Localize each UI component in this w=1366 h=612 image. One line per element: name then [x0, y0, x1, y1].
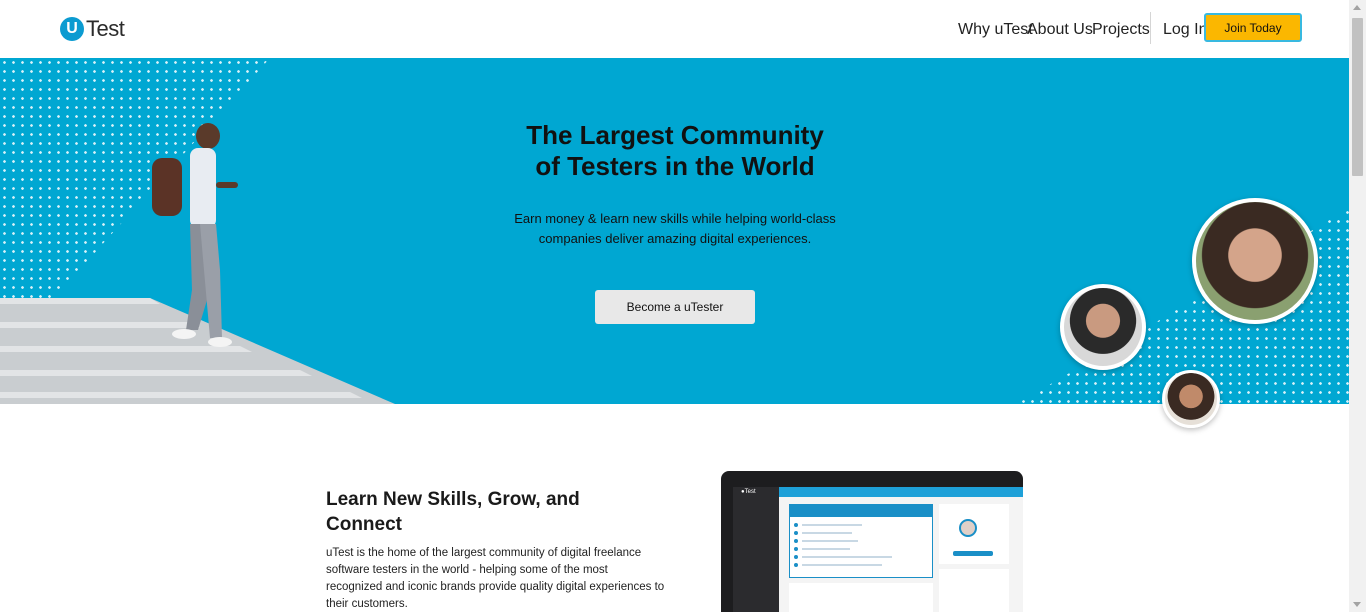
utest-logo[interactable]: U Test	[60, 16, 125, 42]
dashboard-activity-card	[789, 583, 933, 612]
hero-banner: The Largest Community of Testers in the …	[0, 58, 1349, 404]
dashboard-logo: ●Test	[741, 489, 756, 495]
section-body: uTest is the home of the largest communi…	[326, 547, 665, 610]
dashboard-sidebar: ●Test	[733, 487, 779, 612]
hero-title: The Largest Community of Testers in the …	[450, 120, 900, 182]
section-title: Learn New Skills, Grow, and Connect	[326, 489, 580, 535]
hero-title-line2: of Testers in the World	[535, 151, 815, 181]
tester-avatar-large	[1192, 198, 1318, 324]
hero-title-line1: The Largest Community	[526, 120, 824, 150]
dashboard-topbar	[779, 487, 1023, 497]
nav-why-utest[interactable]: Why uTest	[958, 21, 1033, 39]
walking-person-image	[152, 123, 238, 347]
check-line	[802, 556, 892, 558]
check-dot	[794, 547, 798, 551]
become-utester-button[interactable]: Become a uTester	[595, 290, 755, 324]
scroll-up-arrow-icon[interactable]	[1353, 5, 1361, 10]
hero-subtitle: Earn money & learn new skills while help…	[500, 209, 850, 249]
scroll-down-arrow-icon[interactable]	[1353, 602, 1361, 607]
page-scrollbar[interactable]	[1349, 0, 1366, 612]
laptop-dashboard-image: ●Test	[721, 471, 1023, 612]
check-dot	[794, 563, 798, 567]
nav-projects[interactable]: Projects	[1092, 21, 1150, 39]
join-today-button[interactable]: Join Today	[1204, 13, 1302, 42]
check-line	[802, 540, 858, 542]
login-link[interactable]: Log In	[1163, 21, 1207, 39]
check-dot	[794, 523, 798, 527]
nav-divider	[1150, 12, 1151, 44]
check-dot	[794, 555, 798, 559]
check-dot	[794, 539, 798, 543]
tester-avatar-small	[1162, 370, 1220, 428]
hero-subtitle-line1: Earn money & learn new skills while help…	[514, 211, 836, 226]
logo-text: Test	[86, 16, 125, 41]
checklist-card-header	[790, 505, 932, 517]
dashboard-devices-card	[939, 569, 1009, 612]
profile-avatar	[959, 519, 977, 537]
hero-subtitle-line2: companies deliver amazing digital experi…	[538, 231, 812, 246]
check-line	[802, 548, 850, 550]
site-header: U Test Why uTest About Us Projects Log I…	[0, 0, 1349, 58]
dashboard-checklist-card	[789, 504, 933, 578]
complete-profile-button	[953, 551, 993, 556]
nav-about-us[interactable]: About Us	[1027, 21, 1093, 39]
check-line	[802, 524, 862, 526]
dashboard-screenshot: ●Test	[733, 487, 1023, 612]
check-line	[802, 532, 852, 534]
scrollbar-thumb[interactable]	[1352, 18, 1363, 176]
check-dot	[794, 531, 798, 535]
logo-mark: U	[60, 17, 84, 41]
check-line	[802, 564, 882, 566]
tester-avatar-medium	[1060, 284, 1146, 370]
